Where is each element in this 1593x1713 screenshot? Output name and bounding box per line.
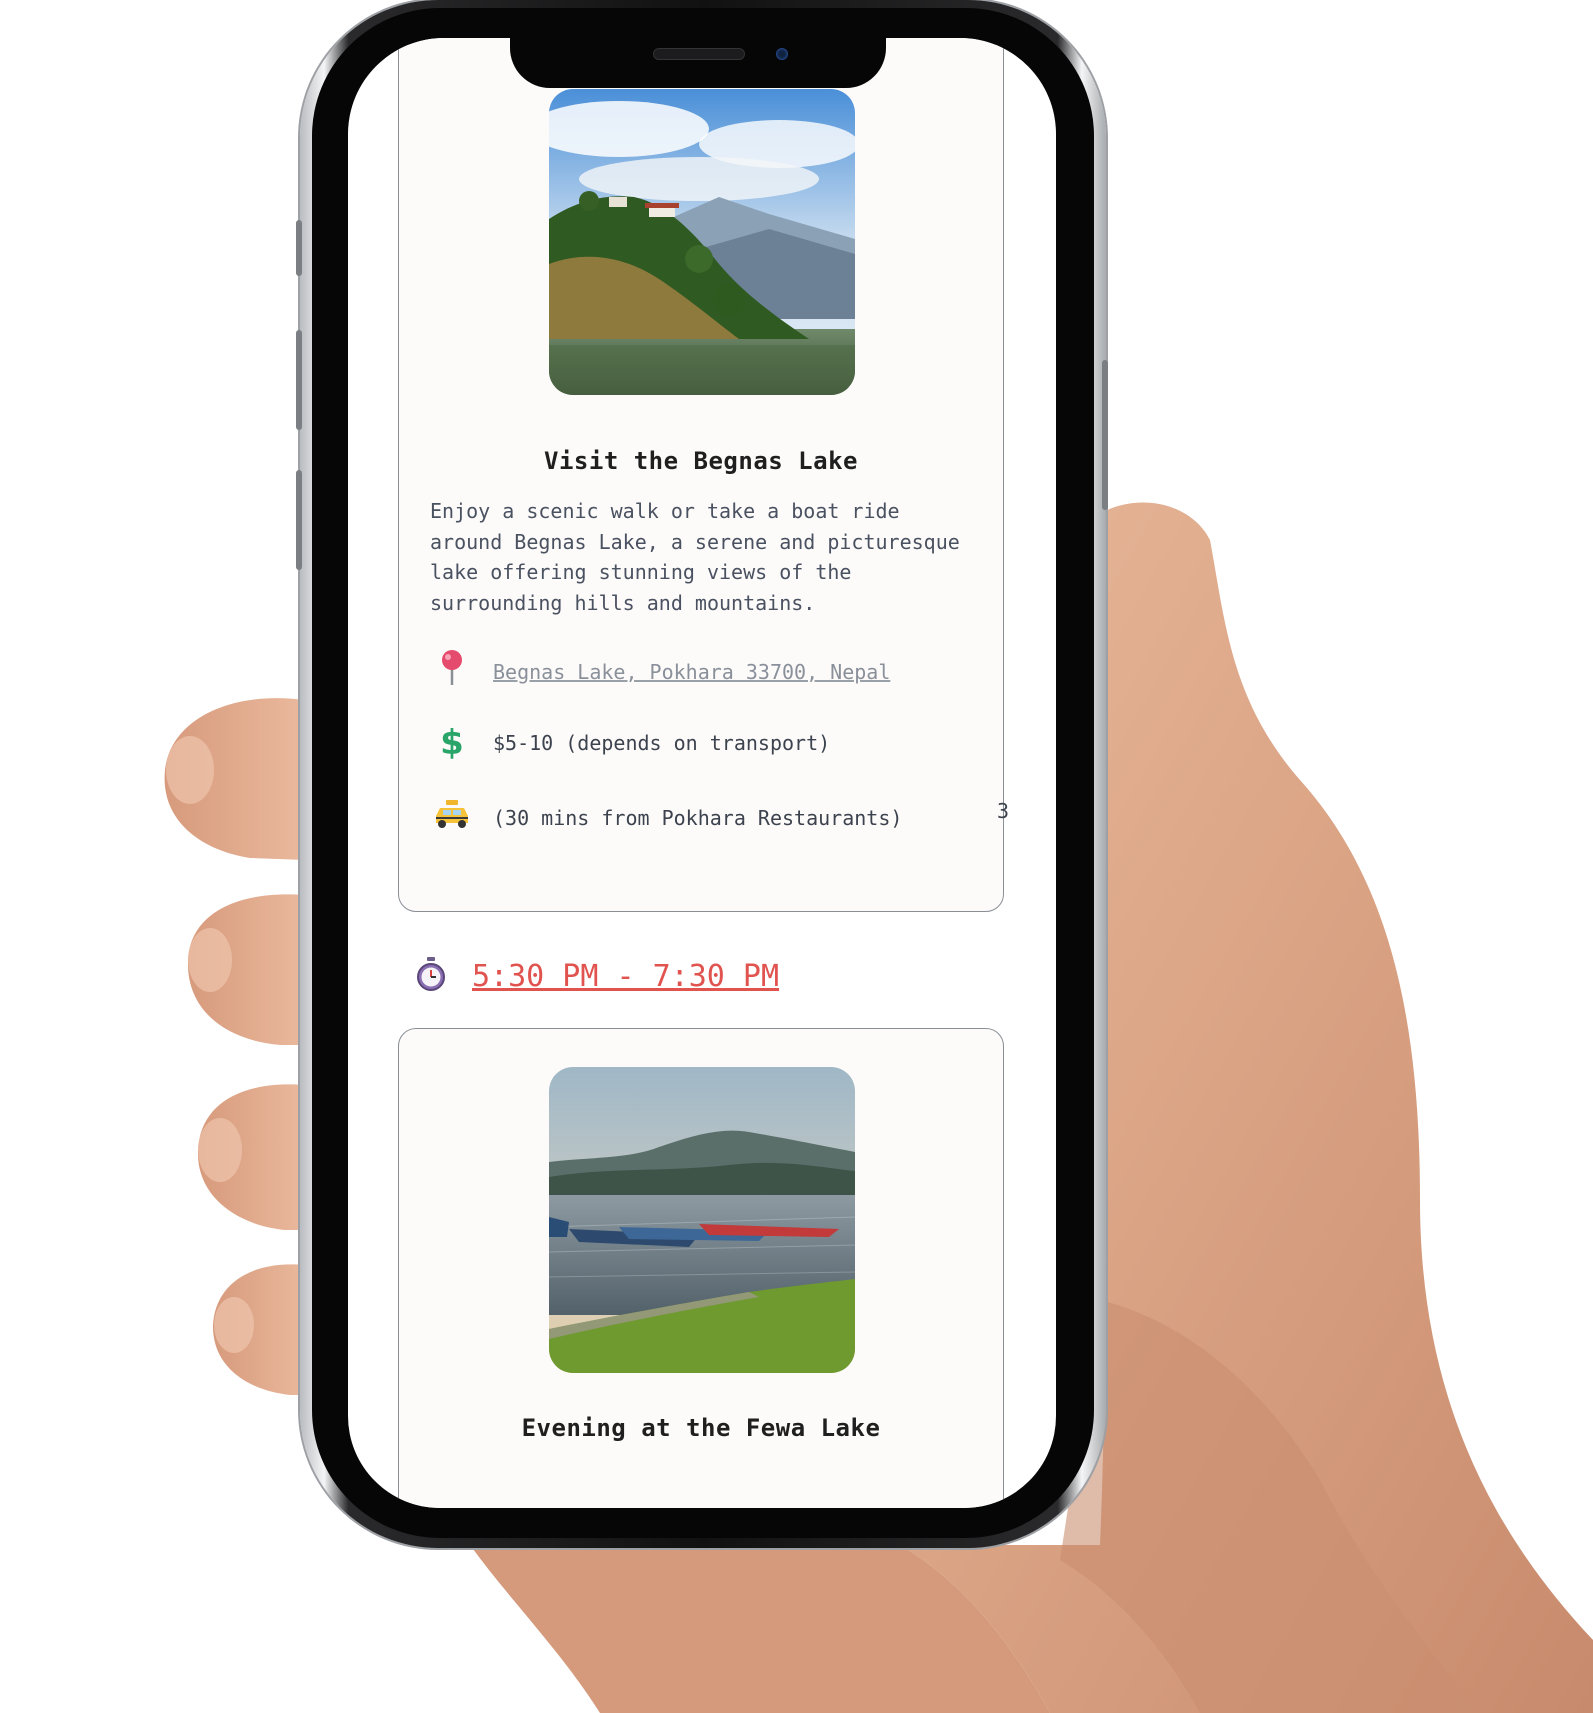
- activity-card[interactable]: Evening at the Fewa Lake: [398, 1028, 1004, 1508]
- taxi-icon: [429, 799, 475, 836]
- pin-icon: [429, 649, 475, 694]
- front-camera: [776, 48, 788, 60]
- marker-number: 3: [997, 799, 1010, 823]
- transport-text: (30 mins from Pokhara Restaurants): [493, 805, 903, 830]
- phone-screen[interactable]: Visit the Begnas Lake Enjoy a scenic wal…: [348, 38, 1056, 1508]
- activity-title: Visit the Begnas Lake: [544, 447, 858, 475]
- activity-title: Evening at the Fewa Lake: [521, 1414, 881, 1442]
- volume-down-button: [296, 470, 302, 570]
- time-slot-row[interactable]: 5:30 PM - 7:30 PM: [416, 956, 779, 996]
- transport-row: (30 mins from Pokhara Restaurants): [429, 799, 902, 836]
- activity-description: Enjoy a scenic walk or take a boat ride …: [430, 499, 960, 615]
- fewa-lake-image: [549, 1067, 855, 1373]
- location-link[interactable]: Begnas Lake, Pokhara 33700, Nepal: [493, 660, 890, 684]
- cost-row: $ $5-10 (depends on transport): [429, 723, 830, 763]
- earpiece-speaker: [653, 48, 745, 60]
- dollar-icon: $: [440, 723, 464, 763]
- stopwatch-icon: [416, 956, 446, 996]
- volume-up-button: [296, 330, 302, 430]
- begnas-lake-image: [549, 89, 855, 395]
- cost-text: $5-10 (depends on transport): [493, 731, 831, 755]
- mute-switch: [296, 220, 302, 276]
- begnas-lake-photo: [549, 89, 855, 395]
- activity-card[interactable]: Visit the Begnas Lake Enjoy a scenic wal…: [398, 38, 1009, 912]
- time-slot-link[interactable]: 5:30 PM - 7:30 PM: [472, 959, 779, 994]
- power-button: [1102, 360, 1108, 510]
- fewa-lake-photo: [549, 1067, 855, 1373]
- location-row[interactable]: Begnas Lake, Pokhara 33700, Nepal: [429, 649, 890, 694]
